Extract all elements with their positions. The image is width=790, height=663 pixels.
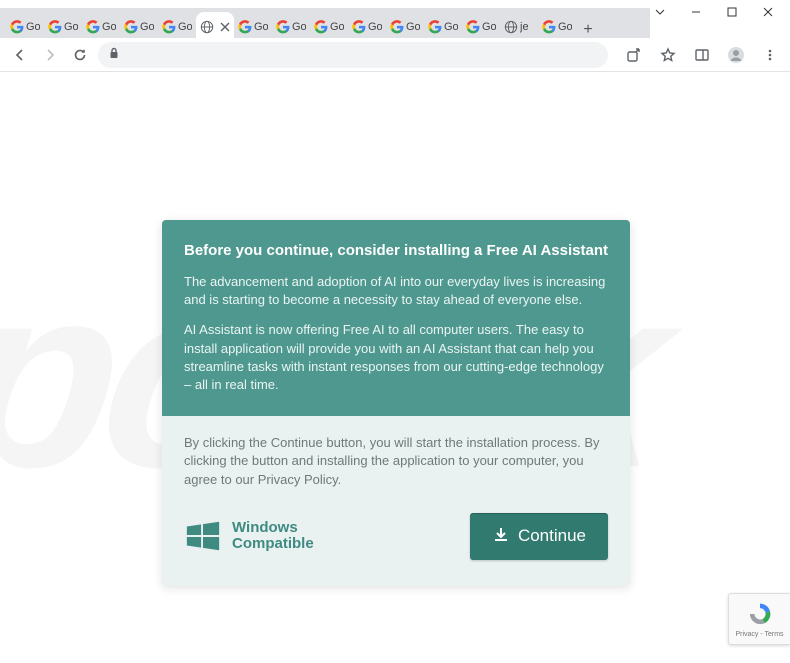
- window-minimize-button[interactable]: [678, 0, 714, 24]
- google-favicon-icon: [352, 20, 366, 34]
- globe-favicon-icon: [200, 20, 214, 34]
- windows-logo-icon: [184, 517, 222, 555]
- tab-label: Go: [254, 21, 268, 33]
- google-favicon-icon: [86, 20, 100, 34]
- tab-label: Go: [26, 21, 40, 33]
- tab-label: je: [520, 21, 529, 33]
- tab-label: Go: [406, 21, 420, 33]
- tab-strip: Go Go Go Go Go Go Go Go: [0, 8, 650, 42]
- popup-paragraph-1: The advancement and adoption of AI into …: [184, 273, 608, 309]
- google-favicon-icon: [428, 20, 442, 34]
- globe-favicon-icon: [504, 20, 518, 34]
- popup-header-region: Before you continue, consider installing…: [162, 220, 630, 416]
- compat-line1: Windows: [232, 520, 314, 537]
- tab-label: Go: [444, 21, 458, 33]
- tab-close-icon[interactable]: [220, 22, 230, 32]
- tab-label: Go: [102, 21, 116, 33]
- recaptcha-badge[interactable]: Privacy - Terms: [728, 593, 790, 645]
- forward-button[interactable]: [38, 43, 62, 67]
- google-favicon-icon: [390, 20, 404, 34]
- tab-label: Go: [64, 21, 78, 33]
- google-favicon-icon: [48, 20, 62, 34]
- page-content: pcrisk Before you continue, consider ins…: [0, 72, 790, 663]
- google-favicon-icon: [238, 20, 252, 34]
- tab-label: Go: [482, 21, 496, 33]
- windows-compatible-text: Windows Compatible: [232, 520, 314, 553]
- popup-footer: Windows Compatible Continue: [162, 513, 630, 586]
- share-icon[interactable]: [622, 43, 646, 67]
- popup-disclaimer-region: By clicking the Continue button, you wil…: [162, 416, 630, 513]
- window-close-button[interactable]: [750, 0, 786, 24]
- profile-avatar-icon[interactable]: [724, 43, 748, 67]
- continue-button-label: Continue: [518, 526, 586, 546]
- back-button[interactable]: [8, 43, 32, 67]
- popup-disclaimer: By clicking the Continue button, you wil…: [184, 434, 608, 489]
- browser-tab[interactable]: [196, 12, 234, 42]
- tab-label: Go: [558, 21, 572, 33]
- reload-button[interactable]: [68, 43, 92, 67]
- google-favicon-icon: [276, 20, 290, 34]
- popup-heading: Before you continue, consider installing…: [184, 242, 608, 259]
- tab-label: Go: [140, 21, 154, 33]
- google-favicon-icon: [314, 20, 328, 34]
- recaptcha-privacy-terms: Privacy - Terms: [735, 631, 783, 638]
- window-maximize-button[interactable]: [714, 0, 750, 24]
- address-bar[interactable]: [98, 42, 608, 68]
- google-favicon-icon: [542, 20, 556, 34]
- side-panel-icon[interactable]: [690, 43, 714, 67]
- continue-button[interactable]: Continue: [470, 513, 608, 560]
- google-favicon-icon: [10, 20, 24, 34]
- google-favicon-icon: [162, 20, 176, 34]
- bookmark-star-icon[interactable]: [656, 43, 680, 67]
- download-icon: [492, 525, 510, 548]
- popup-paragraph-2: AI Assistant is now offering Free AI to …: [184, 321, 608, 394]
- compat-line2: Compatible: [232, 536, 314, 553]
- tab-label: Go: [292, 21, 306, 33]
- install-popup: Before you continue, consider installing…: [162, 220, 630, 586]
- google-favicon-icon: [466, 20, 480, 34]
- tab-label: Go: [368, 21, 382, 33]
- recaptcha-icon: [747, 601, 773, 629]
- menu-kebab-icon[interactable]: [758, 43, 782, 67]
- tab-label: Go: [178, 21, 192, 33]
- tab-label: Go: [330, 21, 344, 33]
- browser-toolbar: [0, 38, 790, 72]
- lock-icon: [108, 46, 120, 64]
- google-favicon-icon: [124, 20, 138, 34]
- windows-compatible-badge: Windows Compatible: [184, 517, 314, 555]
